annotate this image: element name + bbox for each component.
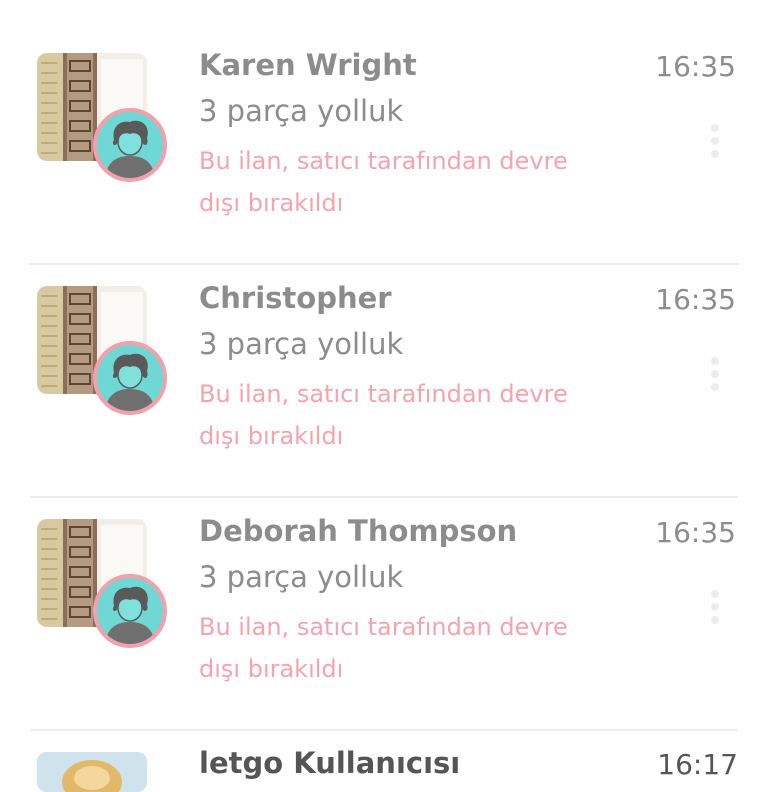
- sender-name[interactable]: letgo Kullanıcısı: [199, 746, 460, 780]
- user-avatar-icon: [93, 108, 167, 182]
- sender-name: Christopher: [199, 281, 392, 315]
- sender-name: Karen Wright: [199, 48, 417, 82]
- listing-status: Bu ilan, satıcı tarafından devre dışı bı…: [199, 380, 568, 450]
- listing-title: 3 parça yolluk: [199, 327, 404, 361]
- listing-status: Bu ilan, satıcı tarafından devre dışı bı…: [199, 613, 568, 683]
- message-time: 16:35: [655, 50, 736, 83]
- sender-name: Deborah Thompson: [199, 514, 518, 548]
- conversation-row[interactable]: Deborah Thompson 16:35 3 parça yolluk Bu…: [0, 466, 768, 698]
- divider: [30, 729, 738, 731]
- message-time: 16:17: [657, 748, 738, 781]
- message-time: 16:35: [655, 283, 736, 316]
- user-avatar-icon: [93, 574, 167, 648]
- listing-title: 3 parça yolluk: [199, 560, 404, 594]
- listing-status: Bu ilan, satıcı tarafından devre dışı bı…: [199, 147, 568, 217]
- listing-title: 3 parça yolluk: [199, 94, 404, 128]
- conversation-row[interactable]: Karen Wright 16:35 3 parça yolluk Bu ila…: [0, 0, 768, 232]
- user-avatar-icon: [93, 341, 167, 415]
- listing-thumbnail[interactable]: [37, 752, 147, 792]
- conversation-row[interactable]: Christopher 16:35 3 parça yolluk Bu ilan…: [0, 233, 768, 465]
- message-time: 16:35: [655, 516, 736, 549]
- more-vertical-icon[interactable]: [708, 590, 722, 630]
- more-vertical-icon[interactable]: [708, 357, 722, 397]
- more-vertical-icon[interactable]: [708, 124, 722, 164]
